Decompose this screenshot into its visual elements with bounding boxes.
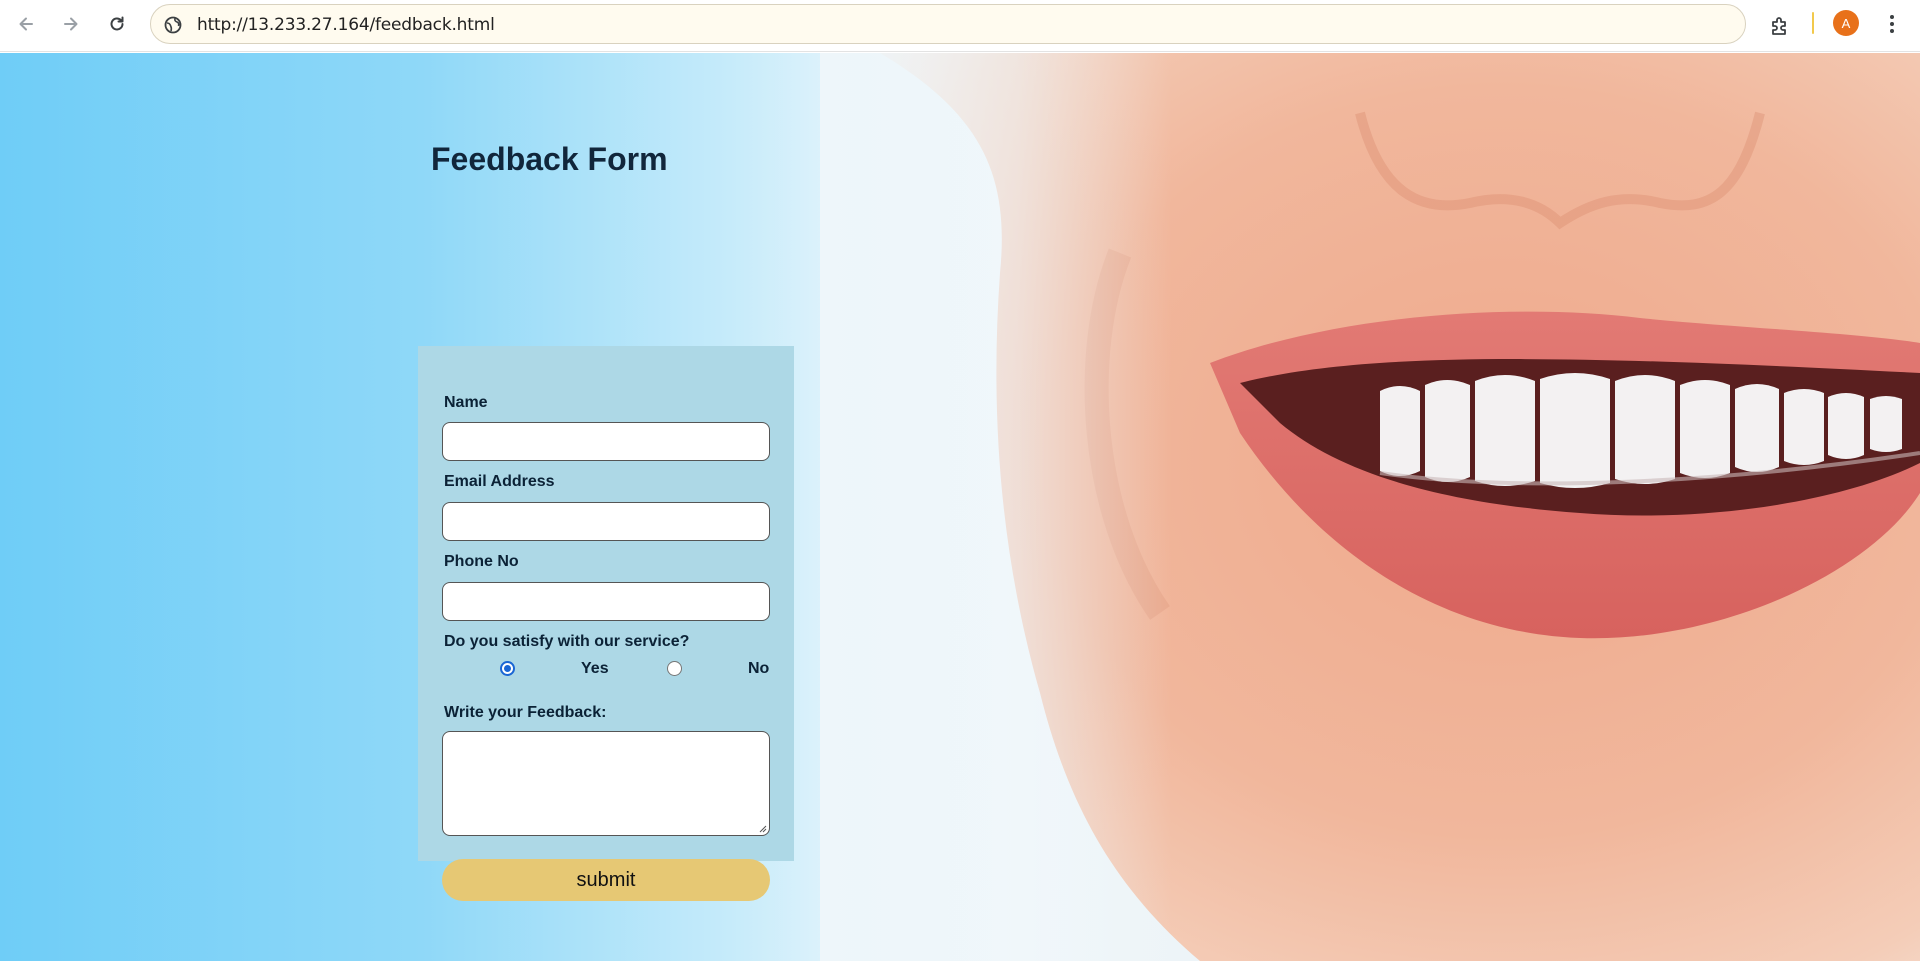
feedback-textarea[interactable]	[442, 731, 770, 836]
email-label: Email Address	[444, 473, 555, 490]
email-input[interactable]	[442, 502, 770, 541]
radio-yes-label[interactable]: Yes	[581, 660, 609, 678]
submit-button[interactable]: submit	[442, 859, 770, 901]
back-button[interactable]	[8, 6, 44, 42]
page-title: Feedback Form	[431, 141, 668, 177]
page-background: Feedback Form	[0, 53, 1920, 961]
radio-no-label[interactable]: No	[748, 660, 769, 678]
name-label: Name	[444, 394, 488, 411]
site-info-icon[interactable]	[163, 15, 183, 35]
forward-arrow-icon	[64, 17, 78, 31]
browser-toolbar: http://13.233.27.164/feedback.html A	[0, 0, 1920, 52]
extensions-button[interactable]	[1762, 8, 1798, 44]
kebab-menu-icon	[1890, 15, 1894, 33]
phone-label: Phone No	[444, 553, 519, 570]
radio-yes[interactable]	[500, 661, 515, 676]
resize-grip-icon[interactable]	[758, 824, 767, 833]
toolbar-divider	[1812, 12, 1814, 34]
name-input[interactable]	[442, 422, 770, 461]
reload-icon	[110, 16, 124, 31]
extensions-icon	[1772, 17, 1786, 35]
reload-button[interactable]	[99, 6, 135, 42]
smile-photo	[820, 53, 1920, 961]
profile-avatar[interactable]: A	[1833, 10, 1859, 36]
url-text[interactable]: http://13.233.27.164/feedback.html	[197, 15, 495, 35]
feedback-label: Write your Feedback:	[444, 704, 607, 721]
back-arrow-icon	[19, 17, 33, 31]
service-question-label: Do you satisfy with our service?	[444, 633, 690, 650]
address-bar[interactable]: http://13.233.27.164/feedback.html	[150, 4, 1746, 44]
forward-button[interactable]	[53, 6, 89, 42]
radio-no[interactable]	[667, 661, 682, 676]
browser-menu-button[interactable]	[1880, 8, 1904, 40]
phone-input[interactable]	[442, 582, 770, 621]
